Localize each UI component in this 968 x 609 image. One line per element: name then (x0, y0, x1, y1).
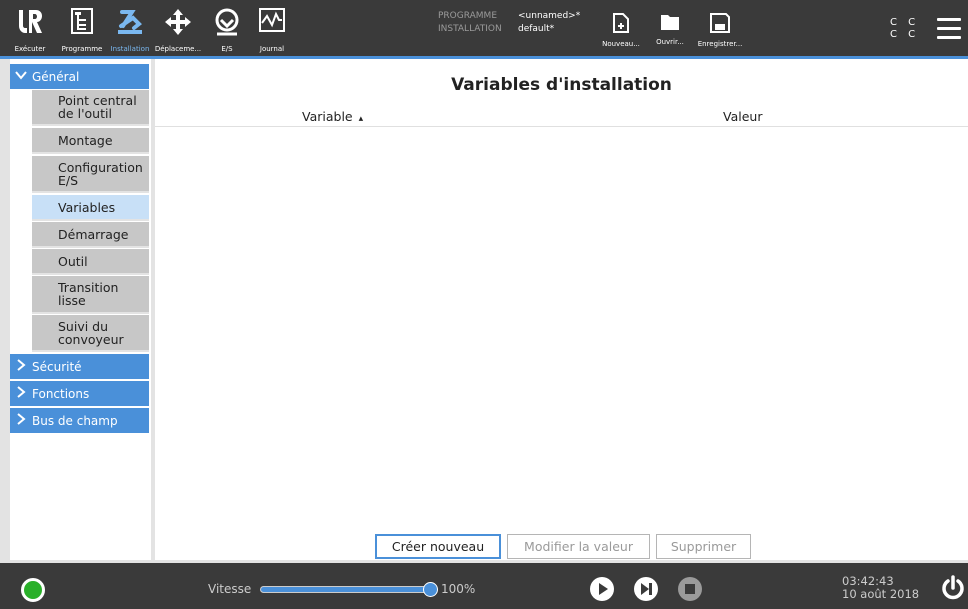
sidebar: Général Point central de l'outil Montage… (0, 59, 155, 560)
program-name: <unnamed>* (518, 11, 581, 21)
new-file-icon (613, 13, 629, 37)
sidebar-item-label: Montage (58, 132, 113, 148)
tab-label: Journal (259, 45, 285, 53)
tab-es[interactable]: E/S (203, 0, 251, 56)
sidebar-item-label: Démarrage (58, 226, 129, 242)
delete-button[interactable]: Supprimer (656, 534, 751, 559)
header-divider (155, 126, 968, 127)
save-label: Enregistrer... (697, 40, 743, 48)
tab-installation[interactable]: Installation (106, 0, 154, 56)
save-file-button[interactable]: Enregistrer... (693, 0, 747, 56)
sidebar-frame (0, 59, 10, 560)
page-title: Variables d'installation (451, 75, 672, 95)
clock: 03:42:43 10 août 2018 (842, 575, 919, 601)
speed-label: Vitesse (208, 582, 252, 596)
open-file-button[interactable]: Ouvrir... (650, 0, 690, 56)
cc-bottom: C C (890, 29, 920, 40)
sidebar-item-variables[interactable]: Variables (32, 195, 149, 221)
tab-programme[interactable]: Programme (58, 0, 106, 56)
sidebar-item-tcp[interactable]: Point central de l'outil (32, 90, 149, 126)
program-info: PROGRAMME <unnamed>* INSTALLATION default* (438, 10, 580, 36)
sidebar-item-demarrage[interactable]: Démarrage (32, 222, 149, 248)
chevron-right-icon (10, 412, 32, 429)
step-button[interactable] (634, 577, 658, 601)
sidebar-item-label: Point central de l'outil (58, 93, 137, 121)
speed-slider[interactable] (260, 582, 438, 597)
chevron-down-icon (10, 69, 32, 84)
speed-value: 100% (441, 582, 476, 596)
robot-status-icon[interactable] (21, 578, 45, 602)
sidebar-item-label: Outil (58, 253, 88, 269)
tab-label: Installation (110, 45, 150, 53)
new-file-button[interactable]: Nouveau... (600, 0, 642, 56)
create-new-button[interactable]: Créer nouveau (375, 534, 501, 559)
sidebar-item-configuration-es[interactable]: Configuration E/S (32, 156, 149, 193)
section-label: Général (32, 69, 80, 84)
sidebar-item-suivi-convoyeur[interactable]: Suivi du convoyeur (32, 315, 149, 352)
speed-slider-fill (261, 587, 431, 592)
tab-label: Exécuter (14, 45, 46, 53)
stop-icon (685, 584, 695, 594)
installation-arm-icon (116, 8, 144, 40)
column-header-valeur[interactable]: Valeur (723, 109, 762, 124)
sidebar-item-label: Variables (58, 199, 116, 215)
io-icon (213, 8, 241, 40)
tab-label: E/S (221, 45, 233, 53)
ur-logo-icon (17, 8, 43, 40)
sidebar-item-label: Configuration E/S (58, 159, 143, 188)
play-icon (599, 583, 608, 595)
sidebar-item-outil[interactable]: Outil (32, 249, 149, 275)
folder-icon (660, 13, 680, 35)
step-icon (641, 583, 652, 595)
bottom-divider (0, 560, 968, 563)
new-label: Nouveau... (602, 40, 640, 48)
program-key: PROGRAMME (438, 11, 498, 21)
section-label: Fonctions (32, 386, 90, 401)
play-button[interactable] (590, 577, 614, 601)
cc-top: C C (890, 17, 920, 28)
tab-label: Programme (61, 45, 103, 53)
modify-value-button[interactable]: Modifier la valeur (507, 534, 650, 559)
top-toolbar: Exécuter Programme Installation Déplacem… (0, 0, 968, 59)
column-header-variable[interactable]: Variable ▴ (302, 109, 363, 124)
tab-journal[interactable]: Journal (248, 0, 296, 56)
hamburger-menu-icon[interactable] (937, 18, 961, 40)
sidebar-section-bus-de-champ[interactable]: Bus de champ (10, 408, 149, 433)
tab-label: Déplaceme... (154, 45, 202, 53)
control-indicator: C C C C (890, 17, 919, 41)
tab-deplacement[interactable]: Déplaceme... (154, 0, 202, 56)
installation-key: INSTALLATION (438, 24, 502, 34)
column-label: Variable (302, 109, 353, 124)
sidebar-item-label: Transition lisse (58, 280, 119, 308)
chevron-right-icon (10, 385, 32, 402)
sidebar-section-general[interactable]: Général (10, 64, 149, 89)
sidebar-item-transition-lisse[interactable]: Transition lisse (32, 276, 149, 314)
save-icon (710, 13, 730, 37)
bottom-bar: Vitesse 100% 03:42:43 10 août 2018 (0, 560, 968, 609)
sidebar-section-fonctions[interactable]: Fonctions (10, 381, 149, 406)
open-label: Ouvrir... (656, 38, 684, 46)
installation-name: default* (518, 24, 555, 34)
section-label: Sécurité (32, 359, 82, 374)
move-arrows-icon (164, 8, 192, 40)
log-chart-icon (259, 8, 285, 36)
sidebar-item-label: Suivi du convoyeur (58, 318, 124, 347)
power-icon[interactable] (940, 575, 966, 605)
sort-ascending-icon: ▴ (358, 114, 364, 124)
section-label: Bus de champ (32, 413, 118, 428)
sidebar-item-montage[interactable]: Montage (32, 128, 149, 154)
program-tree-icon (71, 8, 93, 38)
stop-button[interactable] (678, 577, 702, 601)
speed-slider-knob[interactable] (423, 582, 438, 597)
tab-executer[interactable]: Exécuter (0, 0, 60, 56)
sidebar-section-securite[interactable]: Sécurité (10, 354, 149, 379)
clock-date: 10 août 2018 (842, 587, 920, 601)
main-panel: Variables d'installation Variable ▴ Vale… (155, 59, 968, 560)
chevron-right-icon (10, 358, 32, 375)
